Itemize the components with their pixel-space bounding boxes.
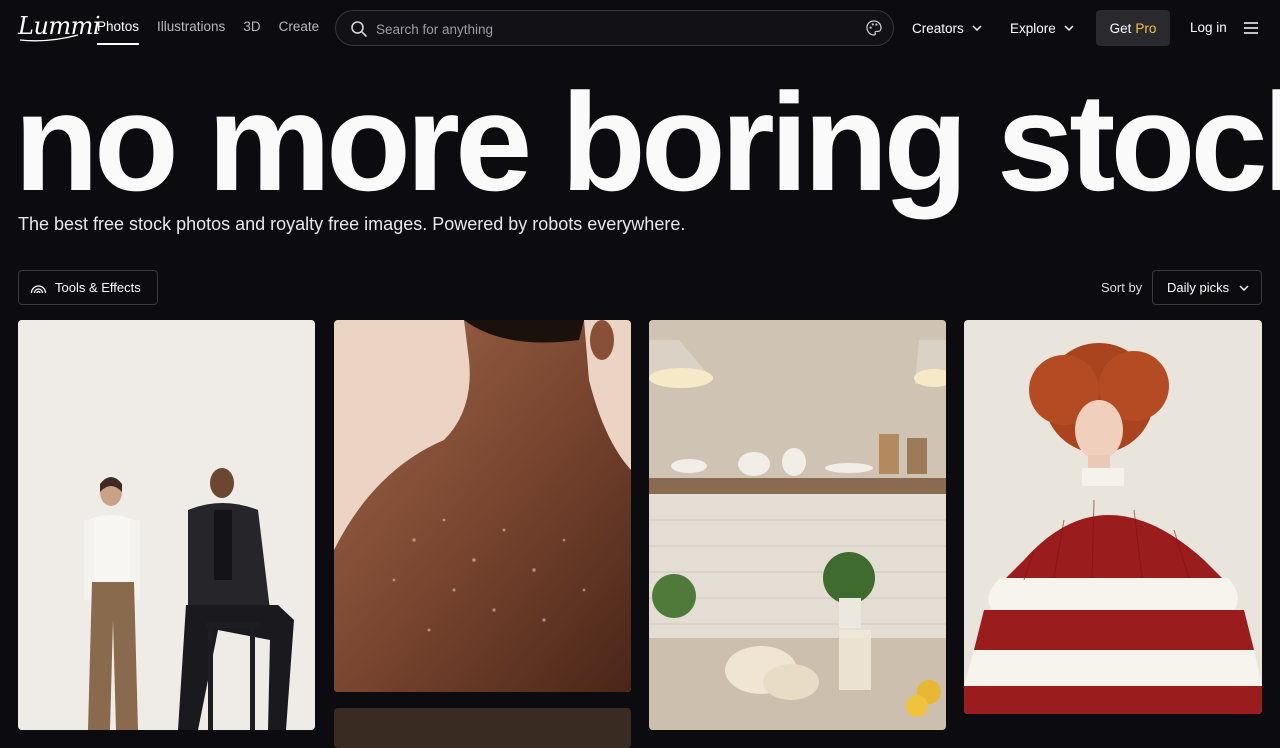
- hero-subtitle: The best free stock photos and royalty f…: [18, 214, 686, 234]
- explore-label: Explore: [1010, 20, 1056, 36]
- chevron-down-icon: [1064, 25, 1074, 32]
- top-nav: Lummi Photos Illustrations 3D Create Cre…: [0, 0, 1280, 56]
- get-label: Get: [1109, 20, 1132, 36]
- rainbow-icon: [30, 284, 47, 293]
- search-bar[interactable]: [335, 10, 894, 46]
- photo-card-fashion-couple[interactable]: [18, 320, 315, 730]
- photo-red-ruffle-dress: [964, 320, 1262, 714]
- search-input[interactable]: [376, 19, 856, 39]
- creators-dropdown[interactable]: Creators: [912, 0, 982, 56]
- category-links: Photos Illustrations 3D Create: [97, 19, 337, 45]
- sort-value: Daily picks: [1167, 280, 1230, 295]
- photo-card-red-ruffle-dress[interactable]: [964, 320, 1262, 714]
- photo-kitchen: [649, 320, 946, 730]
- tools-effects-label: Tools & Effects: [55, 280, 141, 295]
- nav-link-photos[interactable]: Photos: [97, 19, 140, 45]
- sort-by-label: Sort by: [1101, 280, 1143, 295]
- chevron-down-icon: [1239, 284, 1249, 291]
- photo-back-water-droplets: [334, 320, 631, 692]
- creators-label: Creators: [912, 20, 964, 36]
- tools-effects-button[interactable]: Tools & Effects: [18, 270, 158, 305]
- chevron-down-icon: [972, 25, 982, 32]
- sort-select[interactable]: Daily picks: [1152, 270, 1262, 305]
- hamburger-menu-icon[interactable]: [1243, 21, 1259, 35]
- pro-label: Pro: [1135, 20, 1157, 36]
- photo-fashion-couple: [18, 320, 315, 730]
- nav-link-3d[interactable]: 3D: [243, 19, 260, 45]
- search-icon: [351, 21, 367, 37]
- photo-partial: [334, 708, 631, 748]
- explore-dropdown[interactable]: Explore: [1010, 0, 1074, 56]
- login-link[interactable]: Log in: [1190, 20, 1227, 35]
- nav-link-illustrations[interactable]: Illustrations: [157, 19, 225, 45]
- get-pro-button[interactable]: Get Pro: [1096, 10, 1170, 46]
- logo-swoosh-icon: [19, 34, 79, 42]
- color-palette-icon[interactable]: [865, 19, 883, 37]
- nav-link-create[interactable]: Create: [279, 19, 320, 45]
- photo-card-partial[interactable]: [334, 708, 631, 748]
- hero-title: no more boring stock: [14, 65, 1280, 220]
- photo-card-back-water-droplets[interactable]: [334, 320, 631, 692]
- photo-card-kitchen[interactable]: [649, 320, 946, 730]
